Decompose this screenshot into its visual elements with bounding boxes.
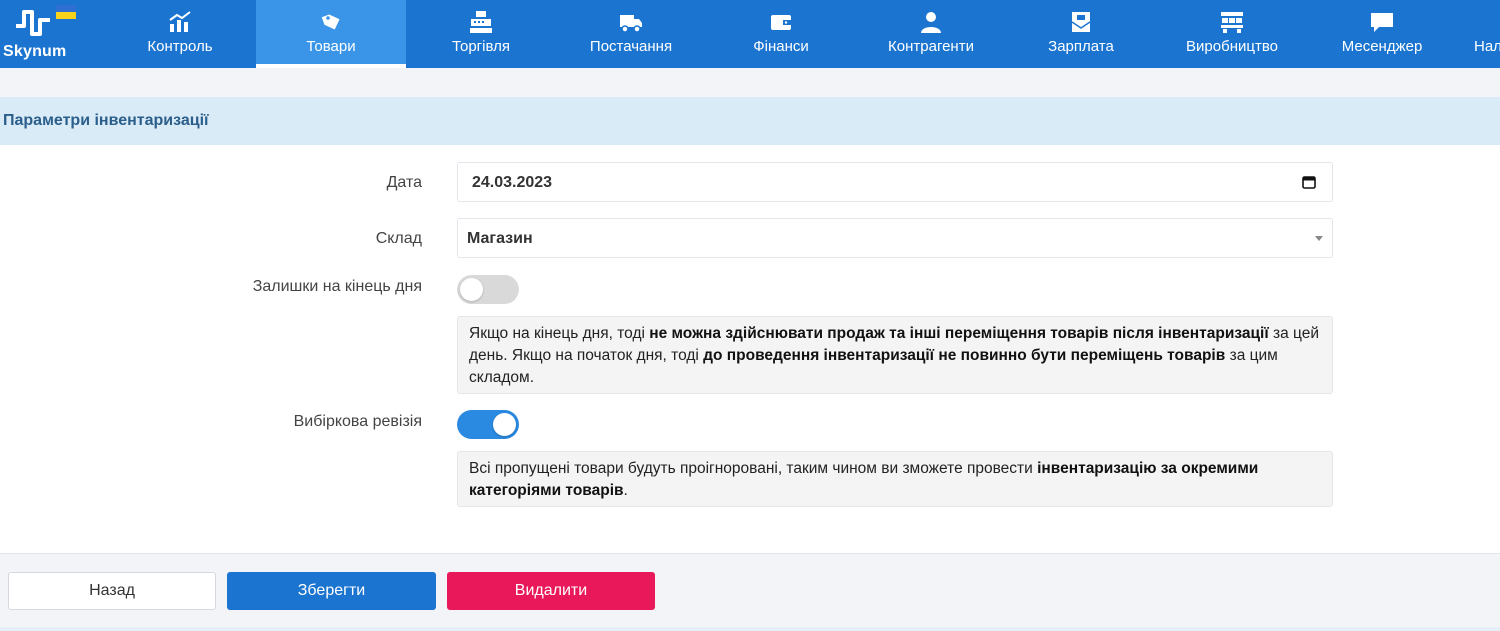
nav-label: Постачання	[589, 38, 673, 55]
selective-toggle[interactable]	[457, 410, 519, 439]
end-of-day-toggle[interactable]	[457, 275, 519, 304]
warehouse-value: Магазин	[467, 230, 533, 247]
nav-item-control[interactable]: Контроль	[105, 0, 255, 68]
date-value: 24.03.2023	[472, 174, 553, 191]
section-title: Параметри інвентаризації	[3, 112, 209, 129]
salary-envelope-icon	[1071, 12, 1091, 32]
nav-label: Зарплата	[1048, 38, 1114, 55]
note-text: Якщо на кінець дня, тоді	[469, 325, 650, 342]
nav-label: Виробництво	[1186, 38, 1278, 55]
delete-button[interactable]: Видалити	[447, 572, 655, 610]
chart-up-icon	[169, 11, 191, 32]
nav-item-trade[interactable]: Торгівля	[406, 0, 556, 68]
note-text: Всі пропущені товари будуть проігнорован…	[469, 460, 1038, 477]
truck-icon	[620, 15, 642, 33]
nav-item-contractors[interactable]: Контрагенти	[856, 0, 1006, 68]
nav-item-goods[interactable]: Товари	[256, 0, 406, 68]
ukraine-flag-icon	[56, 5, 76, 19]
note-bold: не можна здійснювати продаж та інші пере…	[649, 325, 1269, 342]
inventory-form: Дата 24.03.2023 Склад Магазин Залишки на…	[0, 145, 1500, 553]
top-navigation: Skynum Контроль Товари Торгівля Постачан…	[0, 0, 1500, 68]
brand-name: Skynum	[3, 43, 67, 60]
footer-divider	[0, 627, 1500, 631]
nav-item-messenger[interactable]: Месенджер	[1307, 0, 1457, 68]
cash-register-icon	[470, 11, 492, 33]
warehouse-label: Склад	[375, 230, 422, 247]
chat-icon	[1371, 13, 1393, 32]
nav-label: Контроль	[147, 38, 213, 55]
nav-label: Товари	[306, 38, 356, 55]
nav-item-finance[interactable]: Фінанси	[706, 0, 856, 68]
nav-item-salary[interactable]: Зарплата	[1006, 0, 1156, 68]
logo[interactable]: Skynum	[0, 0, 105, 68]
selective-label: Вибіркова ревізія	[293, 413, 422, 430]
tags-icon	[321, 14, 340, 30]
section-header: Параметри інвентаризації	[0, 97, 1500, 145]
logo-icon	[16, 10, 50, 36]
date-input[interactable]: 24.03.2023	[457, 162, 1333, 202]
toggle-knob	[460, 278, 483, 301]
date-label: Дата	[386, 174, 422, 191]
warehouse-select[interactable]: Магазин	[457, 218, 1333, 258]
toggle-knob	[493, 413, 516, 436]
calendar-icon[interactable]	[1302, 175, 1316, 189]
wallet-icon	[771, 15, 791, 30]
person-icon	[921, 12, 941, 33]
selective-note: Всі пропущені товари будуть проігнорован…	[457, 451, 1333, 507]
form-footer: Назад Зберегти Видалити	[0, 553, 1500, 628]
nav-label: Торгівля	[452, 38, 510, 55]
end-of-day-label: Залишки на кінець дня	[252, 278, 422, 295]
nav-label: Месенджер	[1341, 38, 1423, 55]
chevron-down-icon	[1315, 236, 1323, 241]
back-button[interactable]: Назад	[8, 572, 216, 610]
nav-label: Контрагенти	[888, 38, 974, 55]
end-of-day-note: Якщо на кінець дня, тоді не можна здійсн…	[457, 316, 1333, 394]
nav-item-settings[interactable]: Нал	[1457, 0, 1500, 68]
nav-item-supply[interactable]: Постачання	[556, 0, 706, 68]
nav-label: Фінанси	[753, 38, 809, 55]
note-bold: до проведення інвентаризації не повинно …	[703, 347, 1226, 364]
save-button[interactable]: Зберегти	[227, 572, 436, 610]
factory-icon	[1221, 12, 1243, 33]
nav-label: Нал	[1474, 38, 1500, 55]
nav-item-production[interactable]: Виробництво	[1157, 0, 1307, 68]
note-text: .	[623, 482, 628, 499]
